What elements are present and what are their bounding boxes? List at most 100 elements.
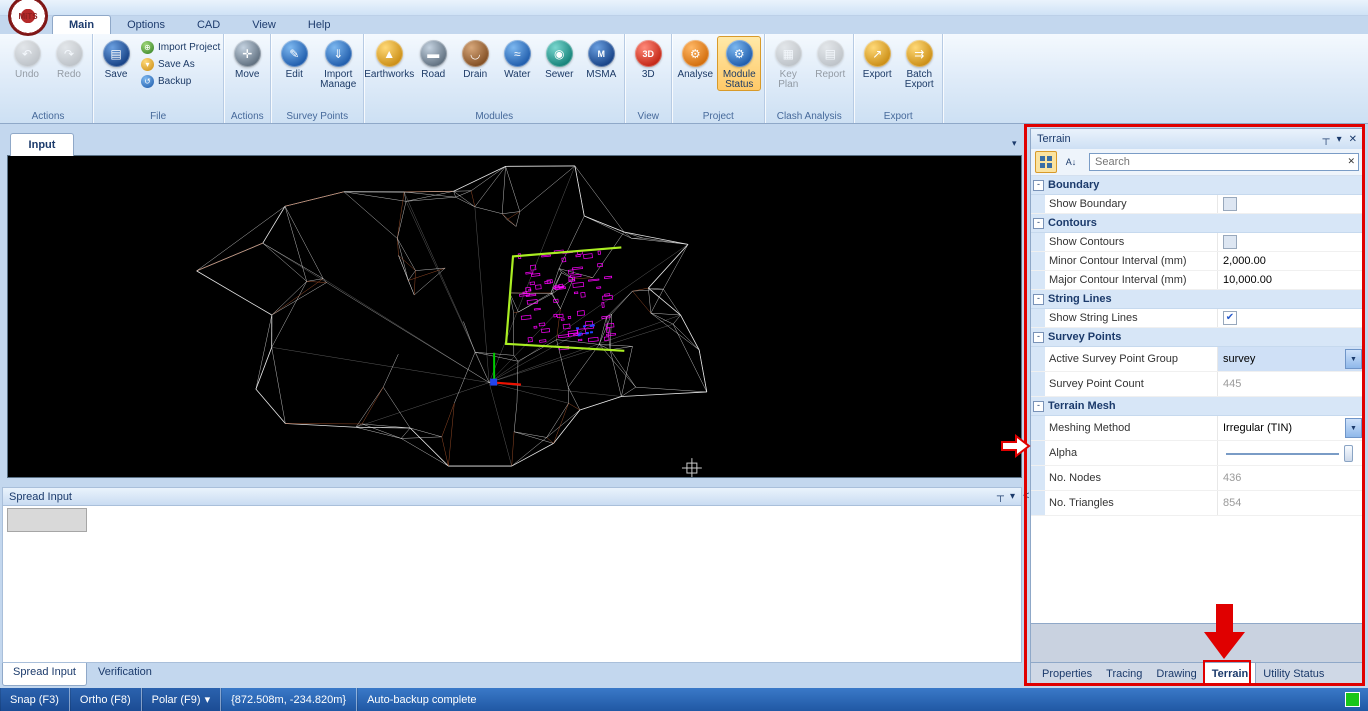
key-plan-button[interactable]: ▦ Key Plan bbox=[768, 36, 808, 91]
save-as-button[interactable]: ▾ Save As bbox=[141, 58, 220, 71]
minor-contour-interval-field[interactable]: 2,000.00 bbox=[1218, 252, 1363, 270]
drain-button[interactable]: ◡ Drain bbox=[455, 36, 495, 81]
meshing-method-dropdown[interactable]: Irregular (TIN) ▼ bbox=[1218, 416, 1363, 440]
ribbon-group-survey-points: ✎ Edit ⇓ Import Manage Survey Points bbox=[271, 34, 364, 123]
drawing-canvas[interactable] bbox=[7, 155, 1022, 478]
close-icon[interactable]: ✕ bbox=[1349, 134, 1357, 145]
3d-button[interactable]: 3D 3D bbox=[628, 36, 668, 81]
export-icon: ↗ bbox=[864, 40, 891, 67]
redo-icon: ↷ bbox=[56, 40, 83, 67]
road-button[interactable]: ▬ Road bbox=[413, 36, 453, 81]
edit-button[interactable]: ✎ Edit bbox=[274, 36, 314, 81]
property-grid: - Boundary Show Boundary - Contours Show… bbox=[1031, 176, 1363, 516]
redo-button[interactable]: ↷ Redo bbox=[49, 36, 89, 81]
tab-spread-input[interactable]: Spread Input bbox=[2, 663, 87, 686]
ribbon-group-clash-analysis: ▦ Key Plan ▤ Report Clash Analysis bbox=[765, 34, 854, 123]
group-label-file: File bbox=[93, 111, 223, 122]
tab-tracing[interactable]: Tracing bbox=[1099, 663, 1149, 685]
msma-icon: M bbox=[588, 40, 615, 67]
collapse-icon[interactable]: - bbox=[1033, 332, 1044, 343]
property-name: Minor Contour Interval (mm) bbox=[1045, 252, 1218, 270]
tab-input[interactable]: Input bbox=[10, 133, 74, 156]
collapse-icon[interactable]: - bbox=[1033, 218, 1044, 229]
save-button[interactable]: ▤ Save bbox=[96, 36, 136, 81]
alphabetical-sort-button[interactable]: A↓ bbox=[1060, 151, 1082, 173]
ribbon-group-file: ▤ Save ⊕ Import Project ▾ Save As ↺ Back… bbox=[93, 34, 224, 123]
polar-toggle[interactable]: Polar (F9) ▾ bbox=[142, 688, 221, 711]
ribbon-tab-main[interactable]: Main bbox=[52, 15, 111, 34]
earthworks-button[interactable]: ▲ Earthworks bbox=[367, 36, 411, 81]
tab-verification[interactable]: Verification bbox=[88, 663, 162, 686]
category-string-lines[interactable]: - String Lines bbox=[1031, 290, 1363, 309]
terrain-panel-title: Terrain bbox=[1037, 133, 1071, 145]
group-label-view: View bbox=[625, 111, 671, 122]
polar-dropdown-icon[interactable]: ▾ bbox=[205, 693, 211, 706]
dropdown-arrow-icon[interactable]: ▼ bbox=[1345, 418, 1362, 438]
category-boundary[interactable]: - Boundary bbox=[1031, 176, 1363, 195]
search-clear-icon[interactable]: ✕ bbox=[1347, 156, 1355, 167]
survey-point-count-value: 445 bbox=[1223, 378, 1241, 390]
export-button[interactable]: ↗ Export bbox=[857, 36, 897, 81]
collapse-icon[interactable]: - bbox=[1033, 401, 1044, 412]
collapse-panel-icon[interactable]: < bbox=[1023, 490, 1029, 502]
group-label-export: Export bbox=[854, 111, 942, 122]
chevron-down-icon[interactable]: ▾ bbox=[1010, 491, 1015, 502]
category-terrain-mesh[interactable]: - Terrain Mesh bbox=[1031, 397, 1363, 416]
tab-terrain[interactable]: Terrain bbox=[1204, 663, 1256, 685]
module-status-button[interactable]: ⚙ Module Status bbox=[717, 36, 761, 91]
collapse-icon[interactable]: - bbox=[1033, 294, 1044, 305]
property-row-survey-point-count: Survey Point Count 445 bbox=[1031, 372, 1363, 397]
spread-input-header: Spread Input ┬ ▾ bbox=[2, 487, 1022, 506]
import-project-button[interactable]: ⊕ Import Project bbox=[141, 41, 220, 54]
show-string-lines-checkbox[interactable]: ✔ bbox=[1223, 311, 1237, 325]
canvas-tab-overflow-icon[interactable]: ▾ bbox=[1012, 138, 1017, 149]
coordinates-display: {872.508m, -234.820m} bbox=[221, 688, 357, 711]
category-contours[interactable]: - Contours bbox=[1031, 214, 1363, 233]
property-name: Major Contour Interval (mm) bbox=[1045, 271, 1218, 289]
batch-export-button[interactable]: ⇉ Batch Export bbox=[899, 36, 939, 91]
property-grid-empty-area bbox=[1031, 516, 1363, 623]
report-button[interactable]: ▤ Report bbox=[810, 36, 850, 81]
category-survey-points[interactable]: - Survey Points bbox=[1031, 328, 1363, 347]
show-boundary-checkbox[interactable] bbox=[1223, 197, 1237, 211]
ribbon-tab-help[interactable]: Help bbox=[292, 16, 347, 34]
chevron-down-icon[interactable]: ▾ bbox=[1337, 134, 1342, 145]
snap-toggle[interactable]: Snap (F3) bbox=[0, 688, 70, 711]
tab-properties[interactable]: Properties bbox=[1035, 663, 1099, 685]
ribbon-tab-view[interactable]: View bbox=[236, 16, 292, 34]
categorized-view-button[interactable] bbox=[1035, 151, 1057, 173]
analyse-button[interactable]: ⚙ Analyse bbox=[675, 36, 715, 81]
save-icon: ▤ bbox=[103, 40, 130, 67]
msma-button[interactable]: M MSMA bbox=[581, 36, 621, 81]
water-button[interactable]: ≈ Water bbox=[497, 36, 537, 81]
alpha-slider-handle[interactable] bbox=[1344, 445, 1353, 462]
move-icon: ✛ bbox=[234, 40, 261, 67]
ribbon-group-view: 3D 3D View bbox=[625, 34, 672, 123]
pin-icon[interactable]: ┬ bbox=[997, 491, 1004, 502]
show-contours-checkbox[interactable] bbox=[1223, 235, 1237, 249]
backup-button[interactable]: ↺ Backup bbox=[141, 75, 220, 88]
move-button[interactable]: ✛ Move bbox=[227, 36, 267, 81]
spread-input-body[interactable] bbox=[2, 506, 1022, 663]
major-contour-interval-field[interactable]: 10,000.00 bbox=[1218, 271, 1363, 289]
pin-icon[interactable]: ┬ bbox=[1322, 134, 1329, 145]
ribbon-tab-options[interactable]: Options bbox=[111, 16, 181, 34]
import-project-icon: ⊕ bbox=[141, 41, 154, 54]
ribbon-tab-cad[interactable]: CAD bbox=[181, 16, 236, 34]
property-name: Survey Point Count bbox=[1045, 372, 1218, 396]
group-label-actions2: Actions bbox=[224, 111, 270, 122]
active-survey-point-group-dropdown[interactable]: survey ▼ bbox=[1218, 347, 1363, 371]
dropdown-arrow-icon[interactable]: ▼ bbox=[1345, 349, 1362, 369]
ortho-toggle[interactable]: Ortho (F8) bbox=[70, 688, 142, 711]
sewer-button[interactable]: ◉ Sewer bbox=[539, 36, 579, 81]
undo-icon: ↶ bbox=[14, 40, 41, 67]
tab-utility-status[interactable]: Utility Status bbox=[1256, 663, 1331, 685]
drain-icon: ◡ bbox=[462, 40, 489, 67]
undo-button[interactable]: ↶ Undo bbox=[7, 36, 47, 81]
axis-marker bbox=[490, 353, 521, 386]
ribbon-tab-strip: Main Options CAD View Help bbox=[0, 15, 1368, 34]
collapse-icon[interactable]: - bbox=[1033, 180, 1044, 191]
import-manage-button[interactable]: ⇓ Import Manage bbox=[316, 36, 360, 91]
tab-drawing[interactable]: Drawing bbox=[1149, 663, 1203, 685]
search-input[interactable] bbox=[1089, 153, 1359, 171]
